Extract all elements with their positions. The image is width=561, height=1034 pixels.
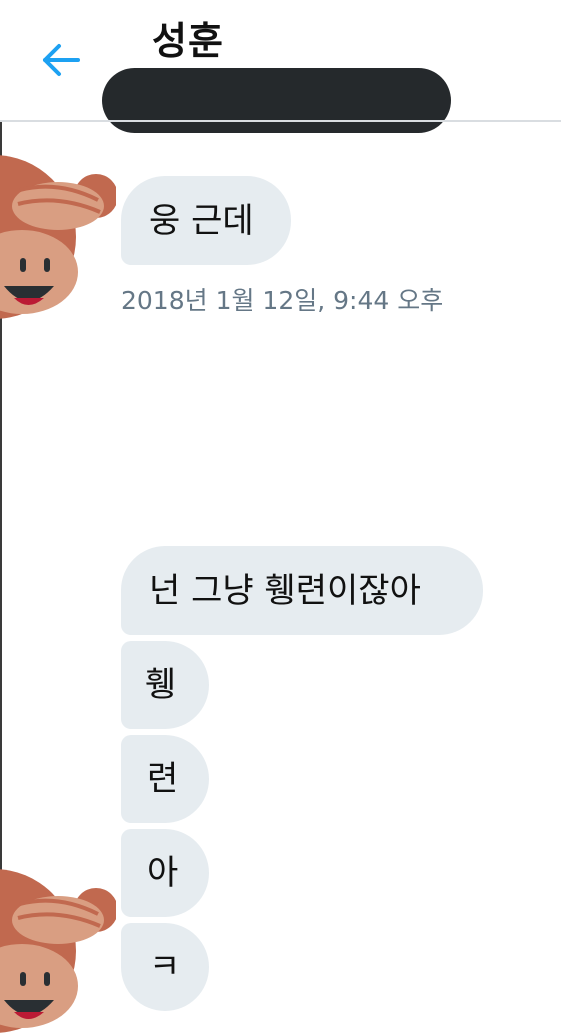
- back-button[interactable]: [40, 42, 82, 78]
- contact-name: 성훈: [152, 19, 224, 63]
- message-bubble[interactable]: 웅 근데: [121, 176, 291, 265]
- message-timestamp: 2018년 1월 12일, 9:44 오후: [121, 286, 444, 315]
- message-text: 넌 그냥 휑련이잖아: [149, 570, 421, 611]
- see-no-evil-monkey-avatar[interactable]: [0, 154, 116, 320]
- message-text: 웅 근데: [149, 200, 254, 241]
- message-bubble[interactable]: ㅋ: [121, 923, 209, 1011]
- redacted-username: [102, 68, 451, 133]
- message-bubble[interactable]: 넌 그냥 휑련이잖아: [121, 546, 483, 635]
- message-text: ㅋ: [149, 947, 181, 987]
- message-bubble[interactable]: 련: [121, 735, 209, 823]
- arrow-left-icon: [43, 44, 80, 76]
- message-text: 아: [147, 853, 179, 893]
- see-no-evil-monkey-avatar[interactable]: [0, 868, 116, 1034]
- header-divider: [0, 120, 561, 122]
- message-bubble[interactable]: 아: [121, 829, 209, 917]
- message-text: 휑: [145, 665, 177, 705]
- conversation-header: 성훈: [0, 0, 561, 133]
- message-bubble[interactable]: 휑: [121, 641, 209, 729]
- message-text: 련: [147, 759, 179, 799]
